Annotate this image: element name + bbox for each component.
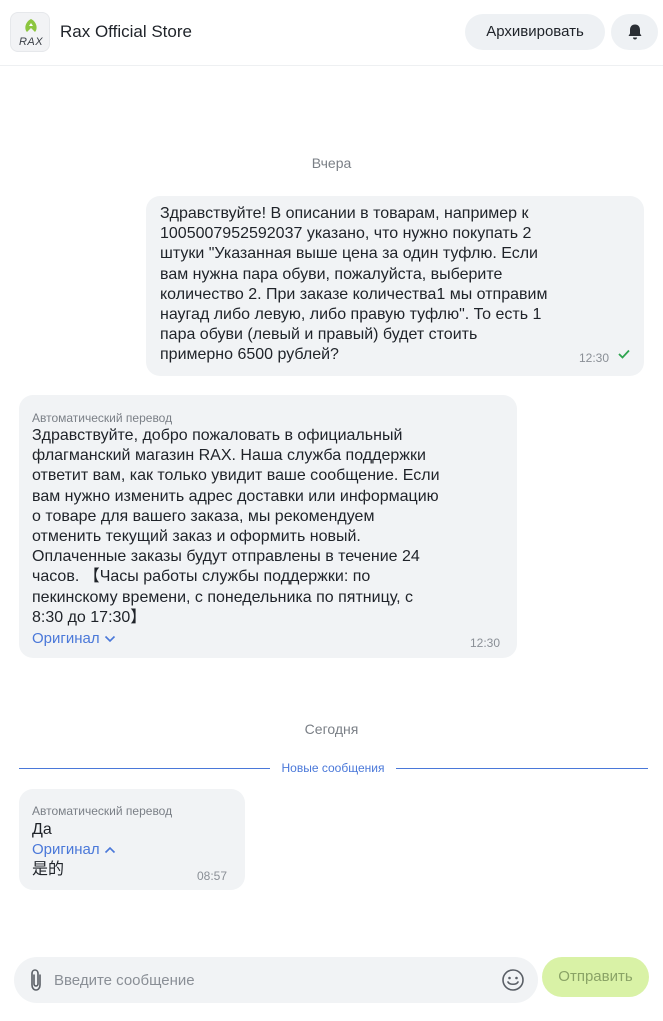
message-line: штуки "Указанная выше цена за один туфлю…	[160, 245, 538, 263]
original-toggle[interactable]: Оригинал	[32, 840, 116, 860]
original-text: 是的	[32, 861, 65, 878]
message-line: вам нужна пара обуви, пожалуйста, выбери…	[160, 265, 503, 283]
message-line: часов. 【Часы работы службы поддержки: по	[32, 568, 371, 586]
send-button[interactable]: Отправить	[542, 957, 649, 997]
logo-text: RAX	[18, 36, 44, 48]
check-icon	[618, 349, 630, 359]
message-line: 8:30 до 17:30】	[32, 608, 147, 626]
new-messages-divider-right	[396, 768, 648, 769]
original-label: Оригинал	[32, 630, 100, 647]
date-separator-today: Сегодня	[304, 721, 359, 737]
message-time: 08:57	[197, 869, 228, 883]
message-line: ответит вам, как только увидит ваше сооб…	[32, 467, 440, 485]
emoji-icon[interactable]	[501, 968, 525, 992]
original-toggle[interactable]: Оригинал	[32, 629, 116, 649]
bell-icon	[628, 24, 642, 40]
chevron-down-icon	[104, 635, 115, 643]
message-incoming[interactable]: Автоматический перевод Здравствуйте, доб…	[19, 395, 517, 658]
message-line: вам нужно изменить адрес доставки или ин…	[32, 487, 439, 505]
chevron-up-icon	[104, 846, 115, 854]
new-messages-divider-left	[19, 768, 270, 769]
message-outgoing[interactable]: Здравствуйте! В описании в товарам, напр…	[146, 196, 644, 376]
store-logo: RAX	[10, 12, 50, 52]
message-line: Оплаченные заказы будут отправлены в теч…	[32, 548, 420, 566]
message-line: пара обуви (левый и правый) будет стоить	[160, 326, 478, 344]
notifications-button[interactable]	[611, 14, 658, 50]
message-line: 1005007952592037 указано, что нужно поку…	[160, 225, 532, 243]
message-incoming[interactable]: Автоматический перевод Да Оригинал 是的 08…	[19, 789, 245, 890]
message-line: отменить текущий заказ и оформить новый.	[32, 528, 361, 546]
message-composer	[14, 957, 538, 1003]
message-line: примерно 6500 рублей?	[160, 346, 339, 364]
chat-header: RAX Rax Official Store Архивировать	[0, 0, 663, 66]
archive-button[interactable]: Архивировать	[465, 14, 605, 50]
paperclip-icon[interactable]	[29, 968, 43, 992]
message-text: Да	[32, 821, 52, 838]
message-input[interactable]	[54, 968, 494, 992]
message-line: наугад либо левую, либо правую туфлю". Т…	[160, 306, 542, 324]
message-line: о товаре для вашего заказа, мы рекоменду…	[32, 507, 375, 525]
message-text: Здравствуйте! В описании в товарам, напр…	[160, 204, 580, 366]
message-line: Здравствуйте! В описании в товарам, напр…	[160, 205, 529, 222]
message-line: пекинскому времени, с понедельника по пя…	[32, 588, 414, 606]
message-line: количество 2. При заказе количества1 мы …	[160, 285, 548, 303]
original-label: Оригинал	[32, 841, 100, 858]
message-line: флагманский магазин RAX. Наша служба под…	[32, 447, 426, 465]
message-line: Здравствуйте, добро пожаловать в официал…	[32, 427, 403, 444]
message-time: 12:30	[579, 351, 610, 365]
date-separator-yesterday: Вчера	[311, 155, 352, 171]
auto-translation-label: Автоматический перевод	[32, 804, 173, 818]
message-time: 12:30	[470, 636, 501, 650]
store-name[interactable]: Rax Official Store	[60, 22, 192, 42]
new-messages-label: Новые сообщения	[270, 761, 396, 775]
message-text: Здравствуйте, добро пожаловать в официал…	[32, 426, 472, 628]
